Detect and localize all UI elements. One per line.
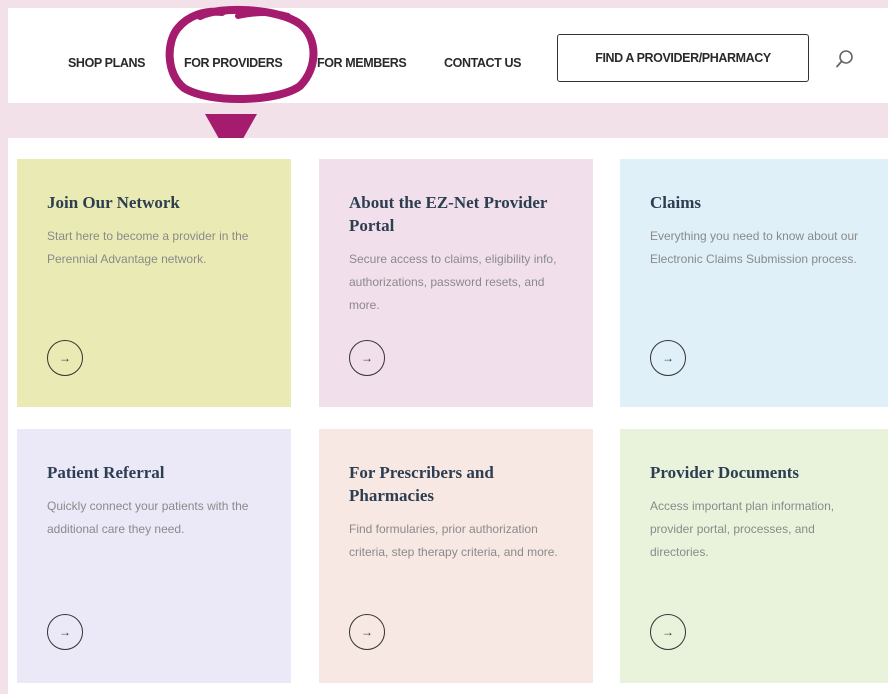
card-title: For Prescribers and Pharmacies	[349, 463, 494, 505]
card-description: Secure access to claims, eligibility inf…	[349, 252, 557, 312]
find-provider-pharmacy-button[interactable]: FIND A PROVIDER/PHARMACY	[557, 34, 809, 82]
card-description: Quickly connect your patients with the a…	[47, 499, 249, 536]
nav-shop-plans[interactable]: SHOP PLANS	[68, 56, 145, 70]
arrow-right-icon[interactable]: →	[650, 340, 686, 376]
card-about-ez-net-portal[interactable]: About the EZ-Net Provider Portal Secure …	[319, 159, 593, 407]
card-claims[interactable]: Claims Everything you need to know about…	[620, 159, 888, 407]
arrow-right-icon[interactable]: →	[349, 614, 385, 650]
card-description: Start here to become a provider in the P…	[47, 229, 249, 266]
card-provider-documents[interactable]: Provider Documents Access important plan…	[620, 429, 888, 683]
nav-contact-us[interactable]: CONTACT US	[444, 56, 521, 70]
arrow-right-icon[interactable]: →	[47, 340, 83, 376]
card-title: About the EZ-Net Provider Portal	[349, 193, 548, 235]
nav-for-providers[interactable]: FOR PROVIDERS	[184, 56, 283, 70]
provider-cards-section: Join Our Network Start here to become a …	[8, 138, 888, 694]
card-description: Find formularies, prior authorization cr…	[349, 522, 558, 559]
card-join-our-network[interactable]: Join Our Network Start here to become a …	[17, 159, 291, 407]
nav-for-members[interactable]: FOR MEMBERS	[317, 56, 407, 70]
card-description: Everything you need to know about our El…	[650, 229, 859, 266]
card-title: Claims	[650, 193, 701, 212]
card-description: Access important plan information, provi…	[650, 499, 835, 559]
card-title: Join Our Network	[47, 193, 180, 212]
card-prescribers-pharmacies[interactable]: For Prescribers and Pharmacies Find form…	[319, 429, 593, 683]
arrow-right-icon[interactable]: →	[650, 614, 686, 650]
card-title: Provider Documents	[650, 463, 800, 482]
top-navigation-bar: SHOP PLANS FOR PROVIDERS FOR MEMBERS CON…	[8, 8, 888, 103]
card-patient-referral[interactable]: Patient Referral Quickly connect your pa…	[17, 429, 291, 683]
search-icon[interactable]	[834, 48, 856, 70]
arrow-right-icon[interactable]: →	[47, 614, 83, 650]
card-title: Patient Referral	[47, 463, 165, 482]
arrow-right-icon[interactable]: →	[349, 340, 385, 376]
